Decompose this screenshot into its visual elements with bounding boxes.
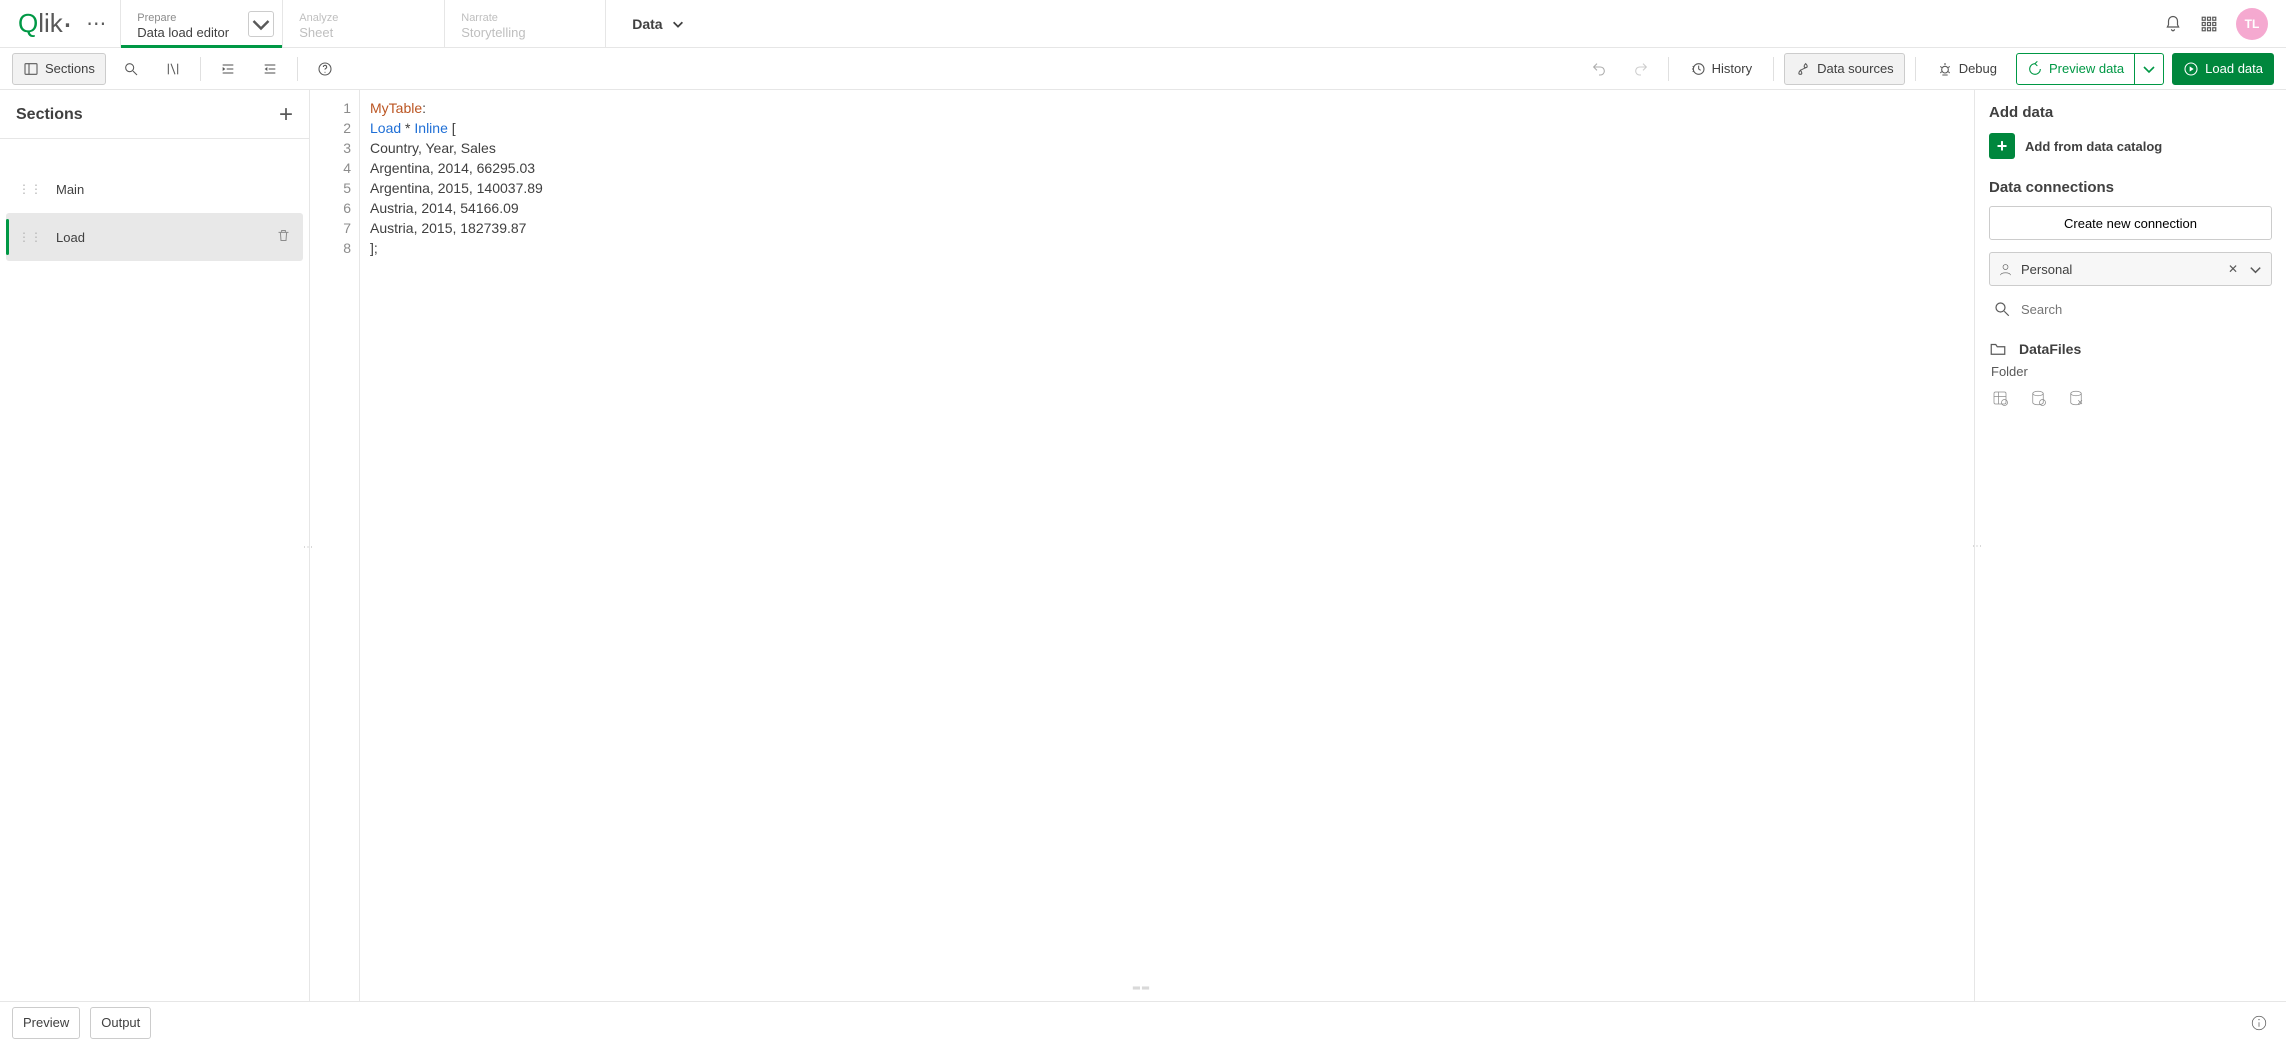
- plus-icon: +: [1989, 133, 2015, 159]
- space-label: Personal: [2021, 262, 2072, 277]
- connection-search-input[interactable]: [2021, 302, 2268, 317]
- drag-handle-icon[interactable]: ⋮⋮: [18, 182, 42, 196]
- tab-analyze-small: Analyze: [299, 11, 428, 25]
- tab-narrate-small: Narrate: [461, 11, 589, 25]
- avatar[interactable]: TL: [2236, 8, 2268, 40]
- clear-space-icon[interactable]: ✕: [2228, 262, 2238, 277]
- outdent-icon[interactable]: [253, 53, 287, 85]
- select-data-icon[interactable]: [1991, 389, 2009, 407]
- tab-narrate-big: Storytelling: [461, 25, 589, 42]
- preview-data-dropdown-icon[interactable]: [2135, 53, 2164, 85]
- debug-button[interactable]: Debug: [1926, 53, 2008, 85]
- redo-icon[interactable]: [1624, 53, 1658, 85]
- section-item-label: Main: [56, 182, 84, 197]
- output-tab-button[interactable]: Output: [90, 1007, 151, 1039]
- load-data-label: Load data: [2205, 61, 2263, 76]
- debug-label: Debug: [1959, 61, 1997, 76]
- undo-icon[interactable]: [1582, 53, 1616, 85]
- delete-section-icon[interactable]: [276, 228, 291, 246]
- section-item-main[interactable]: ⋮⋮ Main: [6, 165, 303, 213]
- apps-grid-icon[interactable]: [2200, 15, 2218, 33]
- history-label: History: [1712, 61, 1752, 76]
- code-editor[interactable]: 1 2 3 4 5 6 7 8 MyTable:Load * Inline [C…: [310, 90, 1974, 1001]
- sections-title: Sections: [16, 106, 83, 124]
- search-icon: [1993, 300, 2011, 318]
- connection-datafiles[interactable]: DataFiles: [1989, 340, 2272, 358]
- add-data-title: Add data: [1989, 104, 2272, 121]
- tab-analyze[interactable]: Analyze Sheet: [282, 0, 444, 47]
- create-connection-button[interactable]: Create new connection: [1989, 206, 2272, 240]
- help-icon[interactable]: [308, 53, 342, 85]
- bell-icon[interactable]: [2164, 15, 2182, 33]
- section-item-load[interactable]: ⋮⋮ Load: [6, 213, 303, 261]
- tab-prepare-chevron-icon[interactable]: [248, 11, 274, 37]
- load-data-button[interactable]: Load data: [2172, 53, 2274, 85]
- chevron-down-icon[interactable]: [2248, 262, 2263, 277]
- preview-data-button[interactable]: Preview data: [2016, 53, 2135, 85]
- tab-narrate[interactable]: Narrate Storytelling: [444, 0, 606, 47]
- line-number-gutter: 1 2 3 4 5 6 7 8: [310, 90, 360, 1001]
- connections-title: Data connections: [1989, 179, 2272, 196]
- data-dropdown-label: Data: [632, 16, 662, 32]
- tab-prepare-small: Prepare: [137, 11, 266, 25]
- comment-toggle-icon[interactable]: [156, 53, 190, 85]
- folder-icon: [1989, 340, 2007, 358]
- drag-handle-icon[interactable]: ⋮⋮: [18, 230, 42, 244]
- app-more-icon[interactable]: ⋯: [86, 11, 106, 36]
- data-sources-label: Data sources: [1817, 61, 1894, 76]
- connection-name: DataFiles: [2019, 341, 2081, 357]
- bottom-resize-handle-icon[interactable]: ══: [1133, 979, 1151, 999]
- sections-toggle-button[interactable]: Sections: [12, 53, 106, 85]
- info-icon[interactable]: [2250, 1014, 2268, 1032]
- history-button[interactable]: History: [1679, 53, 1763, 85]
- connection-type: Folder: [1991, 364, 2272, 379]
- preview-tab-button[interactable]: Preview: [12, 1007, 80, 1039]
- add-from-catalog-button[interactable]: + Add from data catalog: [1989, 133, 2272, 159]
- tab-prepare-big: Data load editor: [137, 25, 266, 42]
- preview-data-label: Preview data: [2049, 61, 2124, 76]
- space-select[interactable]: Personal ✕: [1989, 252, 2272, 286]
- section-item-label: Load: [56, 230, 85, 245]
- indent-icon[interactable]: [211, 53, 245, 85]
- code-area[interactable]: MyTable:Load * Inline [Country, Year, Sa…: [360, 90, 1974, 1001]
- right-resize-handle-icon[interactable]: ⋮: [1971, 541, 1982, 551]
- edit-connection-icon[interactable]: [2067, 389, 2085, 407]
- tab-analyze-big: Sheet: [299, 25, 428, 42]
- tab-prepare[interactable]: Prepare Data load editor: [120, 0, 282, 47]
- search-icon[interactable]: [114, 53, 148, 85]
- qlik-logo: Qlik.: [18, 8, 72, 39]
- data-dropdown[interactable]: Data: [606, 0, 710, 47]
- add-from-catalog-label: Add from data catalog: [2025, 139, 2162, 154]
- sections-toggle-label: Sections: [45, 61, 95, 76]
- data-sources-button[interactable]: Data sources: [1784, 53, 1905, 85]
- person-icon: [1998, 262, 2013, 277]
- insert-script-icon[interactable]: [2029, 389, 2047, 407]
